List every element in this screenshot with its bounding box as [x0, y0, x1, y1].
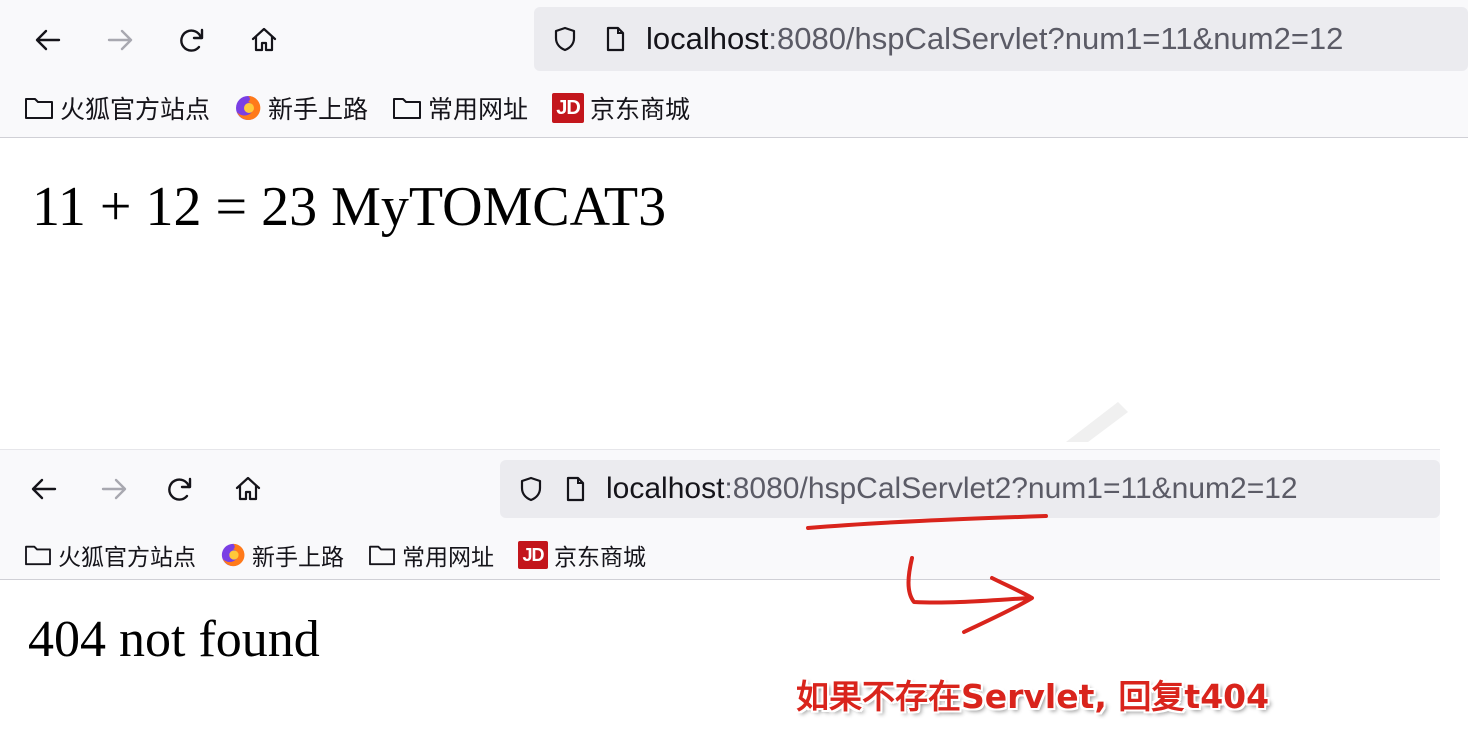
folder-icon	[368, 543, 396, 567]
bookmark-label: 新手上路	[268, 95, 369, 124]
page-content-404: 404 not found	[28, 611, 320, 668]
bookmark-firefox-official[interactable]: 火狐官方站点	[24, 538, 196, 572]
address-bar[interactable]: localhost:8080/hspCalServlet2?num1=11&nu…	[500, 460, 1440, 518]
bookmark-common-sites[interactable]: 常用网址	[368, 538, 494, 572]
jd-icon: JD	[552, 93, 585, 123]
browser-window-bottom: localhost:8080/hspCalServlet2?num1=11&nu…	[0, 449, 1440, 580]
firefox-icon	[220, 542, 246, 568]
bookmark-jd-mall[interactable]: JD 京东商城	[552, 90, 690, 126]
watermark-mark	[1066, 402, 1128, 442]
arrow-left-icon	[31, 478, 57, 500]
bookmark-firefox-official[interactable]: 火狐官方站点	[24, 90, 210, 126]
browser-toolbar: localhost:8080/hspCalServlet2?num1=11&nu…	[0, 449, 1440, 580]
bookmarks-toolbar: 火狐官方站点 新手上路 常用网址 JD 京东商城	[24, 538, 670, 572]
url-path: :8080/hspCalServlet?num1=11&num2=12	[768, 21, 1344, 56]
browser-window-top: localhost:8080/hspCalServlet?num1=11&num…	[0, 0, 1468, 138]
folder-icon	[24, 543, 52, 567]
forward-button[interactable]	[94, 469, 134, 509]
page-content-result: 11 + 12 = 23 MyTOMCAT3	[32, 176, 667, 238]
annotation-text: 如果不存在Servlet, 回复t404	[796, 677, 1270, 716]
home-button[interactable]	[244, 20, 284, 60]
folder-icon	[392, 95, 422, 121]
folder-icon	[24, 95, 54, 121]
bookmark-label: 常用网址	[402, 545, 494, 571]
shield-icon[interactable]	[550, 24, 580, 54]
arrow-left-icon	[35, 29, 61, 51]
bookmark-label: 京东商城	[590, 95, 691, 124]
reload-button[interactable]	[172, 20, 212, 60]
reload-icon	[168, 477, 192, 501]
url-host: localhost	[646, 21, 769, 56]
bookmark-common-sites[interactable]: 常用网址	[392, 90, 528, 126]
home-icon	[235, 476, 261, 501]
firefox-icon	[234, 94, 262, 122]
page-icon[interactable]	[560, 474, 590, 504]
bookmark-label: 新手上路	[252, 545, 344, 571]
shield-icon[interactable]	[516, 474, 546, 504]
arrow-right-icon	[101, 478, 127, 500]
bookmark-label: 火狐官方站点	[60, 95, 211, 124]
url-text[interactable]: localhost:8080/hspCalServlet2?num1=11&nu…	[606, 472, 1298, 506]
page-icon[interactable]	[600, 24, 630, 54]
url-path: :8080/hspCalServlet2?num1=11&num2=12	[724, 472, 1298, 505]
url-host: localhost	[606, 472, 725, 505]
forward-button[interactable]	[100, 20, 140, 60]
home-button[interactable]	[228, 469, 268, 509]
home-icon	[251, 27, 277, 52]
reload-icon	[180, 28, 204, 52]
bookmark-label: 常用网址	[428, 95, 529, 124]
arrow-right-icon	[107, 29, 133, 51]
back-button[interactable]	[24, 469, 64, 509]
bookmark-jd-mall[interactable]: JD 京东商城	[518, 538, 646, 572]
back-button[interactable]	[28, 20, 68, 60]
bookmark-label: 火狐官方站点	[58, 545, 196, 571]
bookmarks-toolbar: 火狐官方站点 新手上路 常用网址 JD 京东商城	[24, 90, 714, 126]
jd-icon: JD	[518, 541, 548, 569]
bookmark-getting-started[interactable]: 新手上路	[234, 90, 368, 126]
browser-toolbar: localhost:8080/hspCalServlet?num1=11&num…	[0, 0, 1468, 138]
url-text[interactable]: localhost:8080/hspCalServlet?num1=11&num…	[646, 21, 1343, 57]
reload-button[interactable]	[160, 469, 200, 509]
bookmark-getting-started[interactable]: 新手上路	[220, 538, 344, 572]
address-bar[interactable]: localhost:8080/hspCalServlet?num1=11&num…	[534, 7, 1468, 71]
bookmark-label: 京东商城	[554, 545, 646, 571]
